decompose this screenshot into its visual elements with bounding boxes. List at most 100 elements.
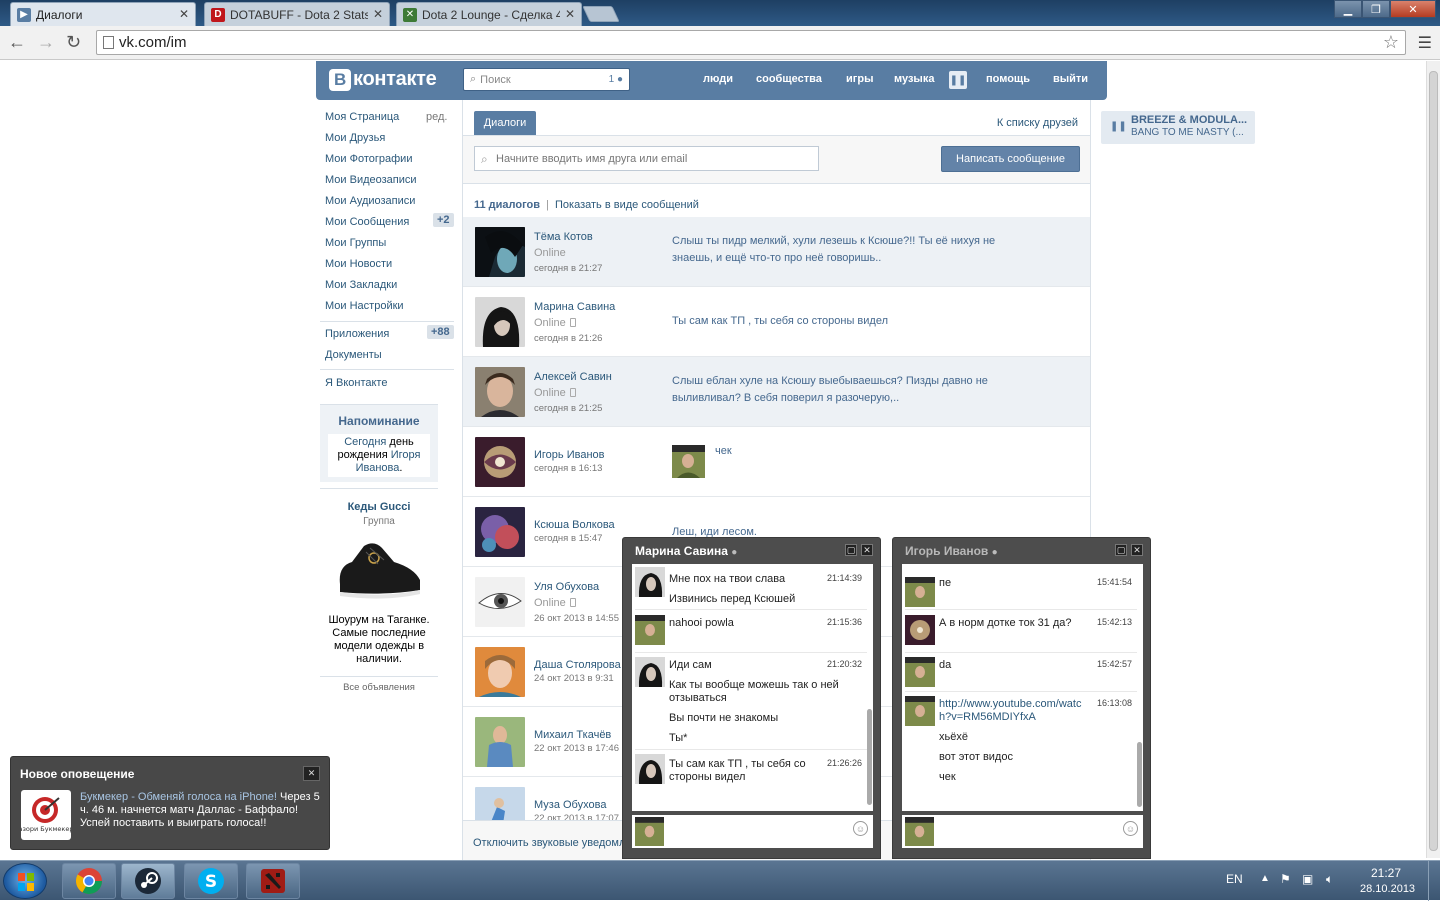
avatar[interactable] (475, 647, 525, 697)
chat-window-igor[interactable]: Игорь Иванов ● ▢ ✕ пе 15:41:54 А в норм … (892, 537, 1151, 859)
maximize-icon[interactable]: ❐ (1362, 0, 1390, 18)
flag-icon[interactable]: ⚑ (1280, 872, 1291, 886)
dialog-name[interactable]: Алексей Савин (534, 371, 612, 383)
close-notification-icon[interactable]: ✕ (303, 766, 320, 781)
chat-input[interactable]: ☺ (902, 815, 1143, 848)
nav-logout[interactable]: выйти (1053, 73, 1088, 85)
vk-logo[interactable]: В контакте (329, 68, 437, 91)
menu-friends[interactable]: Мои Друзья (325, 132, 385, 144)
expand-chat-icon[interactable]: ▢ (1115, 544, 1127, 556)
skype-taskbar-icon[interactable]: S (184, 863, 238, 899)
menu-news[interactable]: Мои Новости (325, 258, 392, 270)
chrome-taskbar-icon[interactable] (62, 863, 116, 899)
volume-icon[interactable]: 🔈︎ (1326, 872, 1333, 887)
dialog-name[interactable]: Уля Обухова (534, 581, 599, 593)
address-bar[interactable]: vk.com/im ☆ (96, 30, 1406, 55)
avatar[interactable] (475, 507, 525, 557)
notification-link[interactable]: Букмекер - Обменяй голоса на iPhone! (80, 791, 277, 803)
clock-date[interactable]: 28.10.2013 (1360, 883, 1415, 895)
avatar[interactable] (905, 696, 935, 726)
steam-taskbar-icon[interactable] (121, 863, 175, 899)
nav-help[interactable]: помощь (986, 73, 1030, 85)
bookmaker-app-icon[interactable]: Разори Букмекера (15, 790, 77, 840)
messages-badge[interactable]: +2 (433, 213, 454, 227)
menu-groups[interactable]: Мои Группы (325, 237, 386, 249)
avatar[interactable] (475, 437, 525, 487)
avatar[interactable] (475, 717, 525, 767)
avatar[interactable] (635, 754, 665, 784)
nav-communities[interactable]: сообщества (756, 73, 822, 85)
minimize-icon[interactable]: ▁ (1334, 0, 1362, 18)
avatar[interactable] (475, 577, 525, 627)
window-close-icon[interactable]: ✕ (1390, 0, 1436, 18)
expand-chat-icon[interactable]: ▢ (845, 544, 857, 556)
write-message-button[interactable]: Написать сообщение (941, 146, 1080, 172)
close-chat-icon[interactable]: ✕ (1131, 544, 1143, 556)
tab-dialogs[interactable]: ▶ Диалоги ✕ (10, 2, 196, 26)
chat-window-marina[interactable]: Марина Савина ● ▢ ✕ Мне пох на твои слав… (622, 537, 881, 859)
dota2-taskbar-icon[interactable] (246, 863, 300, 899)
close-tab-icon[interactable]: ✕ (565, 7, 575, 21)
dialog-name[interactable]: Марина Савина (534, 301, 615, 313)
reminder-today-link[interactable]: Сегодня (344, 436, 386, 448)
close-tab-icon[interactable]: ✕ (179, 7, 189, 21)
menu-bookmarks[interactable]: Мои Закладки (325, 279, 397, 291)
reload-icon[interactable]: ↻ (66, 32, 81, 53)
ad-body[interactable]: Шоурум на Таганке. Самые последние модел… (324, 614, 434, 666)
dialog-text[interactable]: Слыш ты пидр мелкий, хули лезешь к Ксюше… (672, 233, 1012, 267)
tray-expand-icon[interactable]: ▲ (1260, 873, 1270, 884)
clock-time[interactable]: 21:27 (1371, 866, 1401, 880)
emoji-icon[interactable]: ☺ (853, 821, 868, 836)
show-desktop-button[interactable] (1428, 861, 1440, 901)
nav-games[interactable]: игры (846, 73, 873, 85)
network-icon[interactable]: ▣ (1302, 872, 1313, 886)
menu-about-vk[interactable]: Я Вконтакте (325, 377, 387, 389)
chat-title[interactable]: Игорь Иванов ● (905, 544, 998, 558)
show-as-messages-link[interactable]: Показать в виде сообщений (555, 199, 699, 211)
scrollbar-thumb[interactable] (1429, 71, 1438, 851)
chat-scrollbar[interactable] (1137, 742, 1142, 807)
menu-settings[interactable]: Мои Настройки (325, 300, 404, 312)
emoji-icon[interactable]: ☺ (1123, 821, 1138, 836)
dialog-row[interactable]: Алексей Савин Online сегодня в 21:25 Слы… (463, 357, 1090, 427)
menu-photos[interactable]: Мои Фотографии (325, 153, 412, 165)
friend-search-input[interactable]: ⌕ Начните вводить имя друга или email (474, 146, 819, 171)
close-chat-icon[interactable]: ✕ (861, 544, 873, 556)
avatar[interactable] (905, 577, 935, 607)
pause-icon[interactable]: ❚❚ (949, 71, 967, 89)
notification-popup[interactable]: Новое оповещение ✕ Разори Букмекера Букм… (10, 756, 330, 850)
chat-input[interactable]: ☺ (632, 815, 873, 848)
menu-messages[interactable]: Мои Сообщения (325, 216, 409, 228)
tab-dota2lounge[interactable]: ✕ Dota 2 Lounge - Сделка 4 ✕ (396, 2, 582, 26)
pause-icon[interactable]: ❚❚ (1110, 121, 1127, 132)
apps-badge[interactable]: +88 (427, 325, 454, 339)
forward-arrow-icon[interactable]: → (37, 32, 55, 53)
avatar[interactable] (475, 367, 525, 417)
avatar[interactable] (905, 615, 935, 645)
search-input[interactable]: ⌕ Поиск 1 ● (463, 68, 630, 91)
message-author-avatar[interactable] (672, 445, 705, 478)
avatar[interactable] (475, 227, 525, 277)
menu-audio[interactable]: Мои Аудиозаписи (325, 195, 415, 207)
ad-title[interactable]: Кеды Gucci (320, 501, 438, 513)
dialog-name[interactable]: Даша Столярова (534, 659, 621, 671)
menu-edit[interactable]: ред. (426, 111, 447, 123)
dialog-text[interactable]: Слыш еблан хуле на Ксюшу выебываешься? П… (672, 373, 1012, 407)
chat-scrollbar[interactable] (867, 709, 872, 805)
menu-my-page[interactable]: Моя Страница (325, 111, 399, 123)
avatar[interactable] (635, 615, 665, 645)
dialog-row[interactable]: Тёма Котов Online сегодня в 21:27 Слыш т… (463, 217, 1090, 287)
start-button[interactable] (3, 863, 47, 899)
nav-people[interactable]: люди (703, 73, 733, 85)
tab-dotabuff[interactable]: D DOTABUFF - Dota 2 Stats ✕ (204, 2, 390, 26)
chat-title[interactable]: Марина Савина ● (635, 544, 737, 558)
new-tab-button[interactable] (582, 6, 620, 22)
dialog-name[interactable]: Михаил Ткачёв (534, 729, 611, 741)
menu-documents[interactable]: Документы (325, 349, 382, 361)
all-ads-link[interactable]: Все объявления (320, 682, 438, 693)
to-friends-link[interactable]: К списку друзей (997, 117, 1078, 129)
avatar[interactable] (475, 297, 525, 347)
bookmark-star-icon[interactable]: ☆ (1383, 32, 1399, 53)
back-arrow-icon[interactable]: ← (8, 32, 26, 53)
menu-videos[interactable]: Мои Видеозаписи (325, 174, 417, 186)
